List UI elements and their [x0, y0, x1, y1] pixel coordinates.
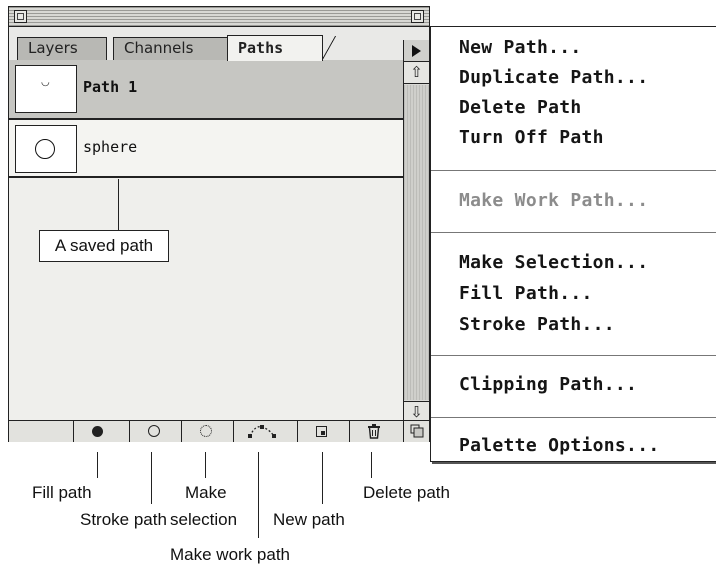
menu-separator	[431, 170, 716, 171]
make-work-path-caption: Make work path	[170, 545, 290, 564]
menu-item-make-work-path: Make Work Path...	[459, 190, 649, 211]
make-selection-button[interactable]	[181, 421, 229, 442]
path-name: sphere	[83, 138, 138, 156]
make-work-path-button[interactable]	[233, 421, 289, 442]
palette-toolbar	[9, 420, 429, 442]
annotation-line	[151, 452, 152, 504]
path-thumbnail	[15, 125, 77, 173]
annotation-line	[371, 452, 372, 478]
corner-path-icon: ◡	[41, 77, 50, 88]
menu-item-fill-path[interactable]: Fill Path...	[459, 280, 593, 308]
stroke-path-button[interactable]	[129, 421, 177, 442]
delete-path-button[interactable]	[349, 421, 397, 442]
resize-icon	[410, 424, 423, 438]
menu-item-palette-options[interactable]: Palette Options...	[459, 432, 659, 460]
palette-menu-arrow-icon[interactable]	[404, 40, 429, 62]
scroll-up-icon[interactable]: ⇧	[404, 62, 429, 84]
menu-separator	[431, 355, 716, 356]
resize-box[interactable]	[403, 421, 429, 442]
annotation-line	[258, 452, 259, 538]
fill-path-caption: Fill path	[32, 483, 92, 502]
tab-paths-label: Paths	[238, 39, 284, 57]
vertical-scrollbar[interactable]: ⇧ ⇩	[403, 40, 429, 423]
stroke-path-icon	[147, 425, 160, 437]
menu-item-clipping-path[interactable]: Clipping Path...	[459, 371, 637, 399]
annotation-line	[322, 452, 323, 504]
new-path-caption: New path	[273, 510, 345, 529]
make-selection-icon	[199, 425, 212, 437]
menu-item-make-selection[interactable]: Make Selection...	[459, 249, 648, 277]
close-box-icon[interactable]	[14, 10, 27, 23]
make-selection-caption-2: selection	[170, 510, 238, 529]
zoom-box-icon[interactable]	[411, 10, 424, 23]
fill-path-icon	[92, 425, 103, 437]
fill-path-button[interactable]	[73, 421, 121, 442]
annotation-line	[205, 452, 206, 478]
tab-paths[interactable]: Paths	[227, 35, 336, 61]
menu-item-turn-off-path[interactable]: Turn Off Path	[459, 124, 604, 152]
new-path-icon	[316, 425, 327, 437]
path-row-sphere[interactable]: sphere	[9, 120, 403, 178]
stroke-path-caption: Stroke path	[80, 510, 167, 529]
scroll-track[interactable]	[404, 85, 429, 400]
make-selection-caption-1: Make	[185, 483, 227, 502]
callout-label: A saved path	[39, 230, 169, 262]
palette-titlebar[interactable]	[9, 7, 429, 27]
trash-icon	[367, 423, 380, 439]
delete-path-caption: Delete path	[363, 483, 450, 502]
menu-item-duplicate-path[interactable]: Duplicate Path...	[459, 64, 648, 92]
path-thumbnail: ◡	[15, 65, 77, 113]
path-name: Path 1	[83, 78, 138, 96]
menu-item-stroke-path[interactable]: Stroke Path...	[459, 311, 615, 339]
tab-channels-label: Channels	[124, 39, 194, 57]
tab-layers[interactable]: Layers	[17, 37, 107, 60]
tab-layers-label: Layers	[28, 39, 78, 57]
paths-palette: Layers Channels Paths ◡ Path 1 sphere ⇧ …	[8, 6, 430, 442]
menu-item-new-path[interactable]: New Path...	[459, 34, 582, 62]
annotation-line	[97, 452, 98, 478]
tab-channels[interactable]: Channels	[113, 37, 233, 60]
menu-separator	[431, 417, 716, 418]
make-work-path-icon	[247, 425, 276, 438]
callout-leader-line	[118, 179, 119, 231]
tab-edge	[322, 36, 336, 61]
circle-path-icon	[35, 139, 55, 159]
path-row-path-1[interactable]: ◡ Path 1	[9, 60, 403, 120]
menu-item-delete-path[interactable]: Delete Path	[459, 94, 582, 122]
menu-separator	[431, 232, 716, 233]
new-path-button[interactable]	[297, 421, 345, 442]
palette-menu: New Path... Duplicate Path... Delete Pat…	[430, 26, 716, 462]
